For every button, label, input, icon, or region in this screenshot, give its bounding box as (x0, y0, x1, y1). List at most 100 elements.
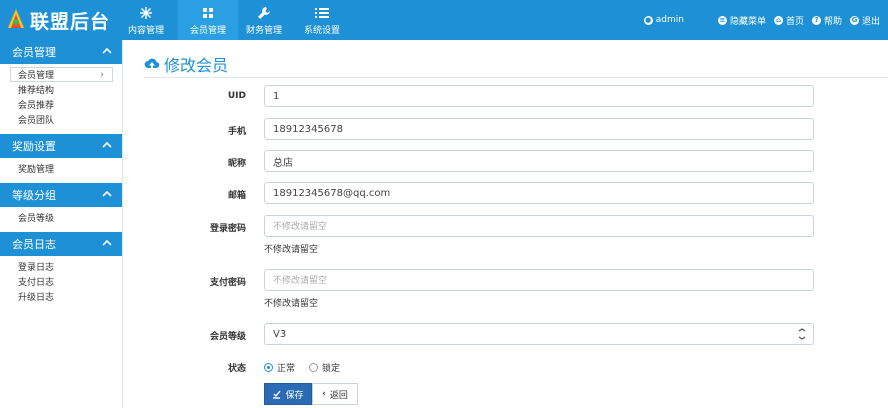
status-locked-radio[interactable] (309, 363, 319, 372)
sidebar-item-label: 会员团队 (18, 116, 55, 126)
phone-label: 手机 (227, 127, 246, 137)
login-password-label: 登录密码 (209, 224, 246, 234)
save-button[interactable]: 保存 (264, 383, 312, 405)
sidebar-item-member-team[interactable]: 会员团队 (0, 112, 122, 127)
page-title: 修改会员 (144, 52, 228, 76)
topnav-finance[interactable]: 财务管理 (240, 0, 288, 40)
email-label: 邮箱 (227, 191, 246, 201)
topnav-settings-label: 系统设置 (303, 25, 340, 36)
sidebar-item-upgrade-log[interactable]: 升级日志 (0, 289, 122, 304)
save-button-label: 保存 (285, 390, 304, 401)
level-selected-value: V3 (273, 328, 287, 340)
hide-menu-link[interactable]: ≡ 隐藏菜单 (717, 14, 766, 27)
sidebar-item-reward-manage[interactable]: 奖励管理 (0, 161, 122, 176)
sidebar-item-label: 支付日志 (18, 278, 55, 288)
sidebar-group-body: 登录日志 支付日志 升级日志 (0, 256, 122, 311)
sidebar-group-title: 会员日志 (12, 238, 56, 251)
sidebar-group-title: 等级分组 (12, 189, 56, 202)
sidebar-group-logs[interactable]: 会员日志 (0, 232, 122, 256)
topnav-members[interactable]: 会员管理 (178, 0, 238, 40)
topnav-content[interactable]: 内容管理 (122, 0, 170, 40)
level-label: 会员等级 (209, 332, 246, 342)
page-title-text: 修改会员 (164, 56, 229, 75)
brand-title: 联盟后台 (30, 10, 111, 33)
status-locked-label[interactable]: 锁定 (322, 361, 340, 374)
wrench-icon (256, 5, 272, 21)
top-bar: 联盟后台 内容管理 会员管理 财务管理 系统设置 ● admin ≡ 隐藏菜单 … (0, 0, 888, 40)
save-icon (273, 390, 282, 399)
back-button-label: 返回 (329, 390, 348, 401)
chevron-up-icon (102, 141, 112, 148)
back-button[interactable]: ‹ 返回 (312, 383, 358, 405)
chevron-left-icon: ‹ (322, 389, 326, 399)
login-password-help: 不修改请留空 (264, 245, 319, 255)
sidebar-group-levels[interactable]: 等级分组 (0, 183, 122, 207)
sidebar: 会员管理 会员管理 › 推荐结构 会员推荐 会员团队 奖励设置 奖励管理 等级分… (0, 40, 123, 408)
sidebar-group-body: 奖励管理 (0, 158, 122, 183)
chevron-up-icon (102, 47, 112, 54)
main-content: 修改会员 UID 手机 昵称 邮箱 登录密码 不修改请留空 支付密码 不修改请留… (124, 40, 888, 408)
topnav-content-label: 内容管理 (127, 25, 164, 36)
uid-field[interactable] (264, 85, 814, 107)
pay-password-help: 不修改请留空 (264, 299, 319, 309)
chevron-up-icon (102, 190, 112, 197)
status-radio-group: 正常 锁定 (264, 361, 354, 374)
pay-password-label: 支付密码 (209, 278, 246, 288)
chevron-up-icon (102, 239, 112, 246)
sidebar-item-referral-structure[interactable]: 推荐结构 (0, 82, 122, 97)
grid-icon (200, 5, 216, 21)
hide-menu-label: 隐藏菜单 (729, 16, 766, 27)
sidebar-item-label: 升级日志 (18, 293, 55, 303)
status-normal-label[interactable]: 正常 (277, 361, 295, 374)
pay-password-field[interactable] (264, 269, 814, 291)
login-password-field[interactable] (264, 215, 814, 237)
status-normal-radio[interactable] (264, 363, 273, 372)
divider (144, 77, 888, 78)
sidebar-item-label: 奖励管理 (18, 165, 55, 175)
logout-link[interactable]: G 退出 (849, 14, 880, 27)
sidebar-group-body: 会员管理 › 推荐结构 会员推荐 会员团队 (0, 64, 122, 134)
chevron-right-icon: › (100, 69, 104, 80)
cloud-upload-icon (144, 58, 160, 70)
sidebar-item-payment-log[interactable]: 支付日志 (0, 274, 122, 289)
nickname-field[interactable] (264, 150, 814, 172)
nickname-label: 昵称 (227, 159, 246, 169)
phone-field[interactable] (264, 118, 814, 140)
chevron-down-icon (798, 328, 806, 340)
admin-user[interactable]: ● admin (643, 15, 684, 25)
home-link[interactable]: ⌂ 首页 (773, 14, 804, 27)
topnav-finance-label: 财务管理 (245, 25, 282, 36)
email-field[interactable] (264, 182, 814, 204)
logout-label: 退出 (861, 16, 880, 27)
logo-icon (8, 9, 24, 28)
home-icon: ⌂ (773, 15, 783, 25)
sidebar-item-label: 登录日志 (18, 263, 55, 273)
sidebar-group-title: 奖励设置 (12, 140, 56, 153)
status-label: 状态 (227, 364, 246, 374)
sidebar-group-rewards[interactable]: 奖励设置 (0, 134, 122, 158)
sidebar-item-login-log[interactable]: 登录日志 (0, 259, 122, 274)
hide-menu-icon: ≡ (717, 15, 727, 25)
logout-icon: G (849, 15, 859, 25)
sidebar-item-label: 会员管理 (18, 71, 55, 81)
sidebar-item-label: 会员推荐 (18, 101, 55, 111)
sidebar-item-member-referral[interactable]: 会员推荐 (0, 97, 122, 112)
sidebar-item-label: 会员等级 (18, 214, 55, 224)
level-select[interactable]: V3 (264, 323, 814, 345)
top-nav: 内容管理 会员管理 财务管理 系统设置 (122, 0, 356, 40)
snowflake-icon (138, 5, 154, 21)
brand[interactable]: 联盟后台 (6, 6, 110, 34)
admin-name: admin (655, 15, 684, 25)
sidebar-item-member-manage[interactable]: 会员管理 › (10, 67, 113, 82)
sidebar-group-body: 会员等级 (0, 207, 122, 232)
top-right-links: ● admin ≡ 隐藏菜单 ⌂ 首页 ? 帮助 G 退出 (643, 0, 888, 40)
topnav-settings[interactable]: 系统设置 (298, 0, 346, 40)
sidebar-item-member-level[interactable]: 会员等级 (0, 210, 122, 225)
user-icon: ● (643, 15, 653, 25)
home-label: 首页 (785, 16, 804, 27)
help-label: 帮助 (823, 16, 842, 27)
sidebar-group-members[interactable]: 会员管理 (0, 40, 122, 64)
help-link[interactable]: ? 帮助 (811, 14, 842, 27)
list-icon (314, 5, 330, 21)
help-icon: ? (811, 15, 821, 25)
